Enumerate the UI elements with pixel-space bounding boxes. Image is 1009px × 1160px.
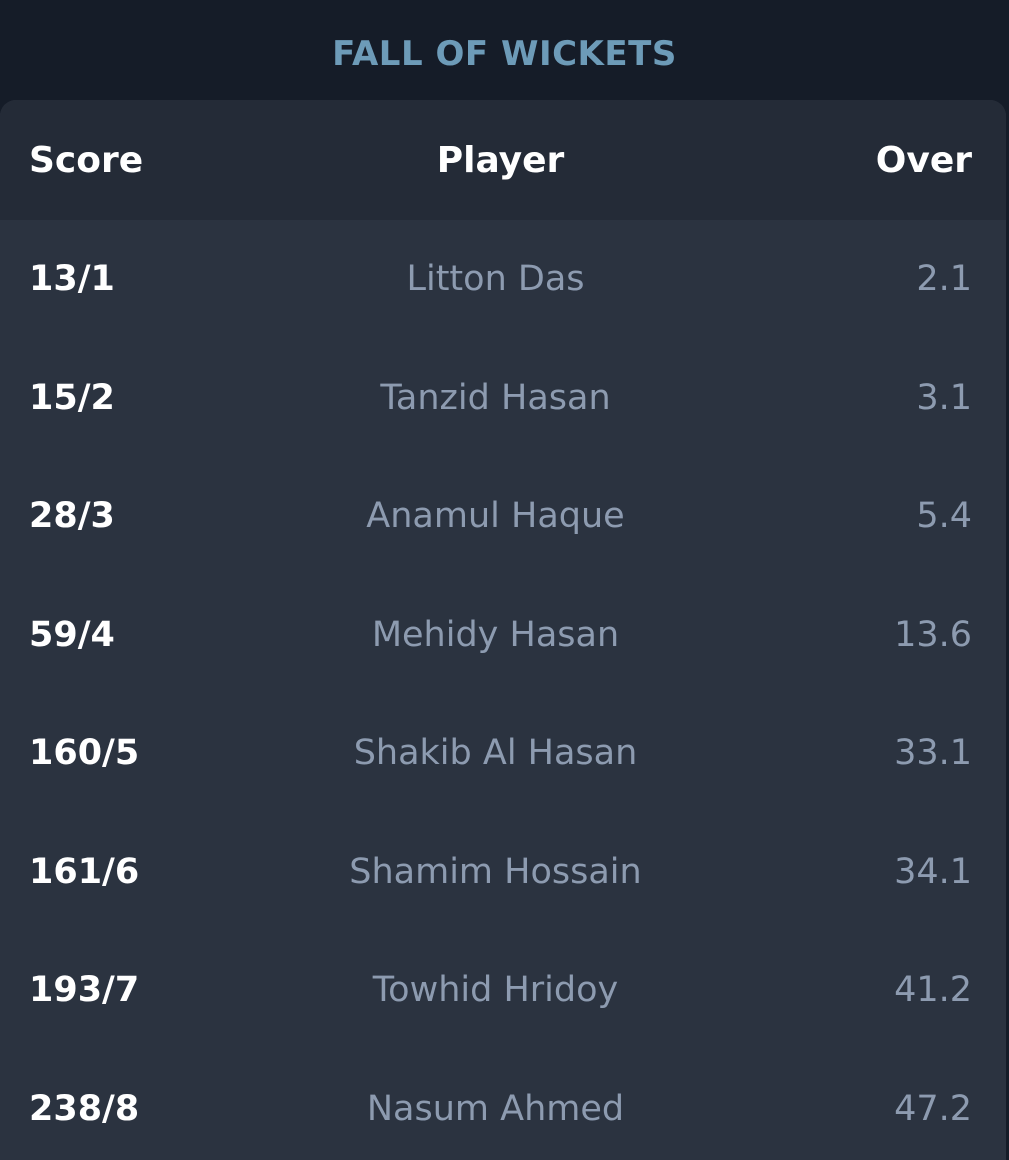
- score-cell: 59/4: [29, 614, 115, 655]
- table-header: Score Player Over: [0, 100, 1006, 220]
- player-cell: Towhid Hridoy: [372, 970, 619, 1011]
- player-cell: Anamul Haque: [366, 496, 625, 537]
- table-row: 238/8 Nasum Ahmed 47.2: [0, 1050, 1006, 1160]
- header-over: Over: [875, 139, 972, 181]
- table-row: 160/5 Shakib Al Hasan 33.1: [0, 694, 1006, 813]
- section-title: FALL OF WICKETS: [332, 34, 677, 74]
- score-cell: 161/6: [29, 851, 140, 892]
- player-cell: Shakib Al Hasan: [353, 733, 638, 774]
- fall-of-wickets-page: FALL OF WICKETS Score Player Over 13/1 L…: [0, 0, 1009, 1160]
- over-cell: 3.1: [916, 377, 972, 418]
- player-cell: Shamim Hossain: [349, 851, 642, 892]
- over-cell: 5.4: [916, 496, 972, 537]
- score-cell: 193/7: [29, 970, 140, 1011]
- over-cell: 13.6: [894, 614, 972, 655]
- table-row: 15/2 Tanzid Hasan 3.1: [0, 339, 1006, 458]
- score-cell: 238/8: [29, 1088, 140, 1129]
- header-score: Score: [29, 139, 144, 181]
- fall-of-wickets-table: Score Player Over 13/1 Litton Das 2.1 15…: [0, 100, 1006, 1160]
- over-cell: 41.2: [894, 970, 972, 1011]
- over-cell: 33.1: [894, 733, 972, 774]
- table-row: 28/3 Anamul Haque 5.4: [0, 457, 1006, 576]
- table-row: 13/1 Litton Das 2.1: [0, 220, 1006, 339]
- score-cell: 28/3: [29, 496, 115, 537]
- header-player: Player: [436, 139, 565, 181]
- score-cell: 160/5: [29, 733, 140, 774]
- player-cell: Litton Das: [406, 259, 585, 300]
- score-cell: 13/1: [29, 259, 115, 300]
- over-cell: 2.1: [916, 259, 972, 300]
- score-cell: 15/2: [29, 377, 115, 418]
- over-cell: 47.2: [894, 1088, 972, 1129]
- over-cell: 34.1: [894, 851, 972, 892]
- player-cell: Mehidy Hasan: [371, 614, 620, 655]
- player-cell: Nasum Ahmed: [366, 1088, 625, 1129]
- table-row: 161/6 Shamim Hossain 34.1: [0, 813, 1006, 932]
- table-row: 59/4 Mehidy Hasan 13.6: [0, 576, 1006, 695]
- table-row: 193/7 Towhid Hridoy 41.2: [0, 931, 1006, 1050]
- player-cell: Tanzid Hasan: [380, 377, 611, 418]
